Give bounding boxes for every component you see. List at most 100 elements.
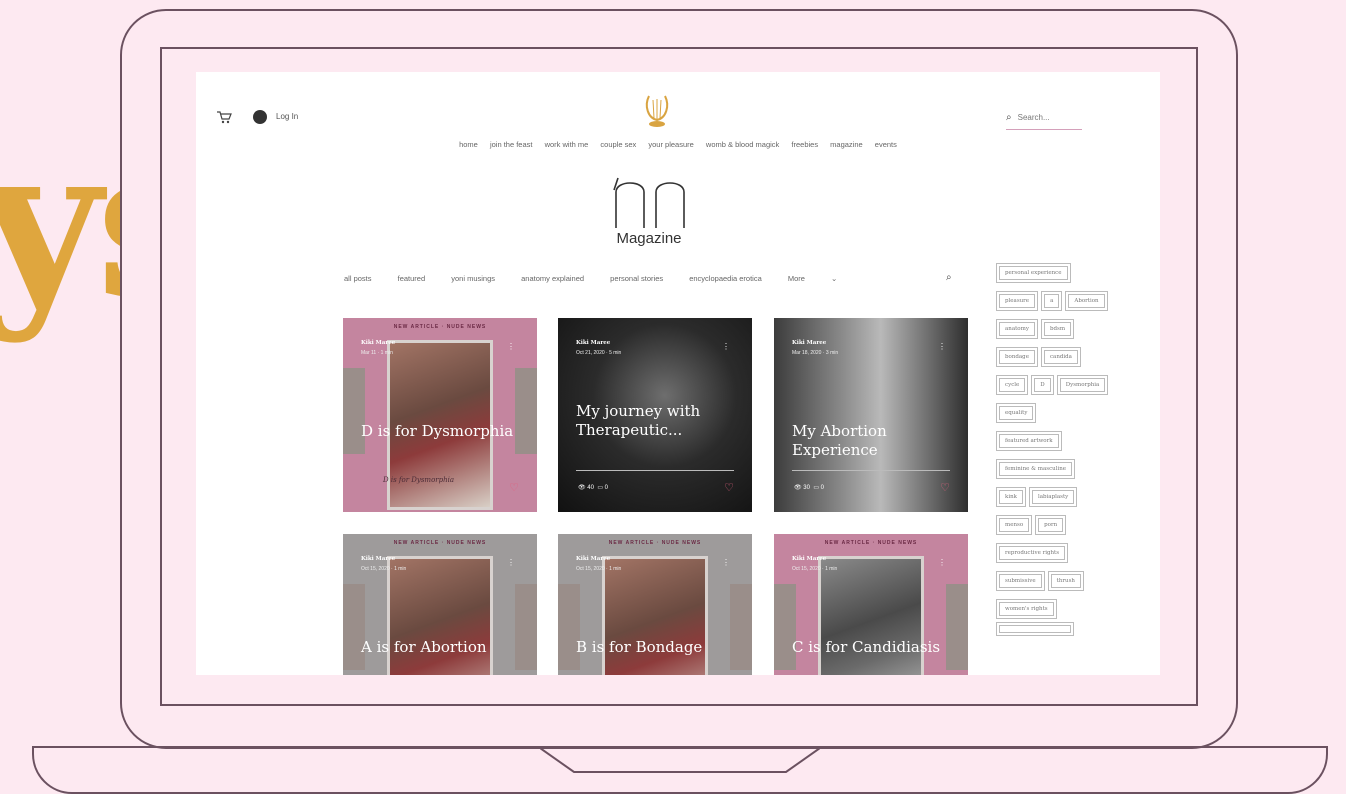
search-input[interactable]: ⌕ Search... — [1006, 112, 1082, 130]
views-icon: 👁 — [578, 485, 586, 491]
category-all-posts[interactable]: all posts — [344, 274, 372, 283]
post-card[interactable]: NEW ARTICLE · NUDE NEWS Kiki Maree Oct 1… — [343, 534, 537, 675]
comments-count: 0 — [604, 485, 609, 491]
post-author[interactable]: Kiki Maree — [576, 340, 610, 346]
nav-item-work-with-me[interactable]: work with me — [545, 140, 589, 149]
website-screen: Log In ⌕ Search... home join the feast wo… — [196, 72, 1160, 675]
cover-side-photo — [946, 584, 968, 670]
tag-bondage[interactable]: bondage — [996, 347, 1038, 367]
post-card[interactable]: NEW ARTICLE · NUDE NEWS Kiki Maree Oct 1… — [774, 534, 968, 675]
post-date: Oct 15, 2020 · 1 min — [361, 566, 407, 572]
nav-item-magazine[interactable]: magazine — [830, 140, 863, 149]
post-title[interactable]: My journey with Therapeutic... — [576, 402, 736, 440]
like-heart-icon[interactable]: ♡ — [509, 481, 519, 494]
nav-item-your-pleasure[interactable]: your pleasure — [648, 140, 693, 149]
post-banner: NEW ARTICLE · NUDE NEWS — [393, 540, 487, 546]
post-author[interactable]: Kiki Maree — [792, 556, 826, 562]
chevron-down-icon: ⌄ — [831, 274, 838, 283]
post-author[interactable]: Kiki Maree — [576, 556, 610, 562]
tag-dysmorphia[interactable]: Dysmorphia — [1056, 375, 1109, 395]
category-yoni-musings[interactable]: yoni musings — [451, 274, 495, 283]
more-options-icon[interactable]: ⋮ — [938, 558, 946, 567]
post-author[interactable]: Kiki Maree — [792, 340, 826, 346]
post-title[interactable]: B is for Bondage — [576, 638, 736, 657]
nav-item-join-the-feast[interactable]: join the feast — [490, 140, 533, 149]
tag-partial[interactable] — [996, 622, 1074, 636]
tag-kink[interactable]: kink — [996, 487, 1026, 507]
tag-candida[interactable]: candida — [1040, 347, 1081, 367]
top-navigation: home join the feast work with me couple … — [196, 140, 1160, 149]
nav-item-events[interactable]: events — [875, 140, 897, 149]
tag-personal-experience[interactable]: personal experience — [996, 263, 1071, 283]
tag-pleasure[interactable]: pleasure — [995, 291, 1039, 311]
site-logo-lyre-icon[interactable] — [642, 90, 672, 132]
comments-count: 0 — [820, 485, 825, 491]
more-options-icon[interactable]: ⋮ — [722, 558, 730, 567]
category-search-icon[interactable]: ⌕ — [946, 272, 952, 283]
nav-item-home[interactable]: home — [459, 140, 478, 149]
search-placeholder: Search... — [1017, 113, 1050, 122]
views-count: 30 — [803, 485, 810, 491]
category-encyclopaedia-erotica[interactable]: encyclopaedia erotica — [689, 274, 762, 283]
post-title[interactable]: A is for Abortion — [361, 638, 521, 657]
tag-feminine-masculine[interactable]: feminine & masculine — [995, 459, 1076, 479]
post-author[interactable]: Kiki Maree — [361, 556, 395, 562]
tag-cycle[interactable]: cycle — [995, 375, 1029, 395]
tag-porn[interactable]: porn — [1035, 515, 1067, 535]
post-card[interactable]: NEW ARTICLE · NUDE NEWS Kiki Maree Mar 1… — [343, 318, 537, 512]
cover-polaroid-photo — [818, 556, 924, 675]
post-stats: 👁 30 ▭ 0 — [794, 484, 824, 491]
tag-womens-rights[interactable]: women's rights — [996, 599, 1057, 619]
tag-a[interactable]: a — [1041, 291, 1063, 311]
tag-menso[interactable]: menso — [995, 515, 1033, 535]
login-link[interactable]: Log In — [276, 112, 298, 121]
post-banner: NEW ARTICLE · NUDE NEWS — [608, 540, 702, 546]
cover-side-photo — [730, 584, 752, 670]
tag-abortion[interactable]: Abortion — [1065, 291, 1108, 311]
more-options-icon[interactable]: ⋮ — [938, 342, 946, 351]
post-title[interactable]: My Abortion Experience — [792, 422, 952, 460]
views-count: 40 — [587, 485, 594, 491]
nav-item-couple-sex[interactable]: couple sex — [600, 140, 636, 149]
post-date: Mar 18, 2020 · 3 min — [792, 350, 839, 356]
post-title[interactable]: C is for Candidiasis — [792, 638, 952, 657]
more-options-icon[interactable]: ⋮ — [507, 558, 515, 567]
tag-equality[interactable]: equality — [995, 403, 1037, 423]
post-author[interactable]: Kiki Maree — [361, 340, 395, 346]
cover-side-photo — [774, 584, 796, 670]
category-personal-stories[interactable]: personal stories — [610, 274, 663, 283]
tag-thrush[interactable]: thrush — [1047, 571, 1084, 591]
cart-icon[interactable] — [216, 110, 232, 124]
tag-bdsm[interactable]: bdsm — [1040, 319, 1075, 339]
tag-labiaplasty[interactable]: labiaplasty — [1028, 487, 1078, 507]
post-date: Oct 21, 2020 · 5 min — [576, 350, 622, 356]
nav-item-womb-blood-magick[interactable]: womb & blood magick — [706, 140, 779, 149]
nav-item-freebies[interactable]: freebies — [791, 140, 818, 149]
cover-side-photo — [515, 368, 537, 454]
post-card[interactable]: NEW ARTICLE · NUDE NEWS Kiki Maree Oct 1… — [558, 534, 752, 675]
post-card[interactable]: Kiki Maree Oct 21, 2020 · 5 min ⋮ My jou… — [558, 318, 752, 512]
tag-featured-artwork[interactable]: featured artwork — [996, 431, 1062, 451]
post-card[interactable]: Kiki Maree Mar 18, 2020 · 3 min ⋮ My Abo… — [774, 318, 968, 512]
post-date: Oct 15, 2020 · 1 min — [576, 566, 622, 572]
more-options-icon[interactable]: ⋮ — [722, 342, 730, 351]
more-options-icon[interactable]: ⋮ — [507, 342, 515, 351]
laptop-notch — [540, 748, 820, 773]
post-title[interactable]: D is for Dysmorphia — [361, 422, 521, 441]
comment-icon: ▭ — [597, 485, 603, 491]
user-avatar-icon[interactable] — [253, 110, 267, 124]
cover-polaroid-photo — [387, 556, 493, 675]
tag-d[interactable]: D — [1031, 375, 1054, 395]
category-featured[interactable]: featured — [398, 274, 426, 283]
tag-anatomy[interactable]: anatomy — [996, 319, 1038, 339]
tag-reproductive-rights[interactable]: reproductive rights — [995, 543, 1069, 563]
category-anatomy-explained[interactable]: anatomy explained — [521, 274, 584, 283]
tag-cloud: personal experience pleasure a Abortion an… — [995, 261, 1146, 647]
category-more-dropdown[interactable]: More ⌄ — [788, 274, 861, 283]
post-date: Oct 15, 2020 · 1 min — [792, 566, 838, 572]
post-date: Mar 11 · 1 min — [361, 350, 393, 356]
like-heart-icon[interactable]: ♡ — [940, 481, 950, 494]
post-stats: 👁 40 ▭ 0 — [578, 484, 608, 491]
like-heart-icon[interactable]: ♡ — [724, 481, 734, 494]
tag-submissive[interactable]: submissive — [996, 571, 1045, 591]
